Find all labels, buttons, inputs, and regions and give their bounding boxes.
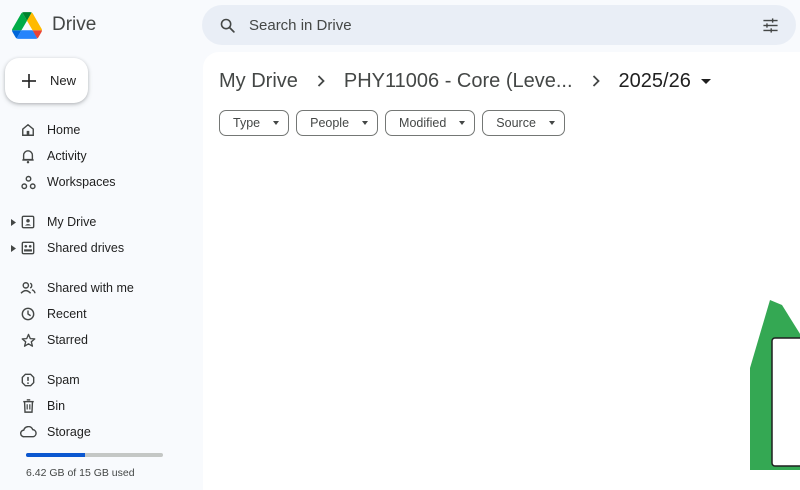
sidebar-item-label: Spam	[47, 373, 80, 387]
breadcrumb-item-my-drive[interactable]: My Drive	[219, 70, 298, 93]
chevron-right-icon	[573, 71, 619, 91]
storage-usage-fill	[26, 453, 85, 457]
star-icon	[19, 331, 37, 349]
shared-drives-icon	[19, 239, 37, 257]
storage-usage-bar	[26, 453, 163, 457]
storage-used-text: 6.42 GB of 15 GB used	[26, 467, 135, 479]
sidebar-item-shared-drives[interactable]: Shared drives	[0, 235, 200, 261]
caret-down-icon	[459, 121, 466, 125]
sidebar-item-spam[interactable]: Spam	[0, 367, 200, 393]
sidebar-item-activity[interactable]: Activity	[0, 143, 200, 169]
sidebar-item-storage[interactable]: Storage	[0, 419, 200, 445]
sidebar-item-label: Starred	[47, 333, 88, 347]
drive-logo[interactable]: Drive	[12, 10, 96, 40]
current-folder-name: 2025/26	[618, 69, 691, 92]
plus-icon	[18, 70, 40, 92]
breadcrumb: My Drive PHY11006 - Core (Leve... 2025/2…	[219, 68, 711, 94]
caret-down-icon	[548, 121, 555, 125]
caret-down-icon	[700, 78, 711, 84]
filter-chips: Type People Modified Source	[219, 110, 565, 136]
new-button[interactable]: New	[5, 58, 88, 103]
caret-down-icon	[362, 121, 369, 125]
sidebar-item-label: Activity	[47, 149, 87, 163]
breadcrumb-item-folder[interactable]: PHY11006 - Core (Leve...	[344, 70, 573, 93]
trash-icon	[19, 397, 37, 415]
sidebar-item-recent[interactable]: Recent	[0, 301, 200, 327]
bell-icon	[19, 147, 37, 165]
workspaces-icon	[19, 173, 37, 191]
sidebar-item-bin[interactable]: Bin	[0, 393, 200, 419]
app-name: Drive	[52, 14, 97, 35]
filter-label: Modified	[399, 116, 447, 130]
filter-type[interactable]: Type	[219, 110, 290, 136]
cloud-icon	[19, 423, 37, 441]
people-icon	[19, 279, 37, 297]
google-drive-logo-icon	[12, 11, 42, 39]
sidebar-item-starred[interactable]: Starred	[0, 327, 200, 353]
sidebar-item-home[interactable]: Home	[0, 117, 200, 143]
sidebar-item-label: Recent	[47, 307, 87, 321]
filter-people[interactable]: People	[296, 110, 379, 136]
sidebar-item-label: Storage	[47, 425, 91, 439]
search-bar[interactable]: Search in Drive	[202, 5, 796, 45]
sidebar-item-my-drive[interactable]: My Drive	[0, 209, 200, 235]
expand-arrow-icon[interactable]	[11, 218, 17, 226]
sidebar-item-label: Shared with me	[47, 281, 134, 295]
new-button-label: New	[50, 73, 77, 88]
chevron-right-icon	[298, 71, 344, 91]
sidebar-item-shared-with-me[interactable]: Shared with me	[0, 275, 200, 301]
expand-arrow-icon[interactable]	[11, 244, 17, 252]
search-icon[interactable]	[217, 15, 237, 35]
clock-icon	[19, 305, 37, 323]
tune-icon[interactable]	[760, 15, 780, 35]
search-input[interactable]: Search in Drive	[249, 17, 760, 34]
sidebar-item-label: Bin	[47, 399, 66, 413]
spam-icon	[19, 371, 37, 389]
breadcrumb-current-folder[interactable]: 2025/26	[619, 70, 711, 93]
sidebar-item-label: Workspaces	[47, 175, 116, 189]
caret-down-icon	[273, 121, 280, 125]
sidebar-item-label: My Drive	[47, 215, 97, 229]
filter-label: Type	[233, 116, 261, 130]
sidebar-item-label: Shared drives	[47, 241, 125, 255]
sidebar-item-label: Home	[47, 123, 81, 137]
empty-folder-illustration	[750, 300, 800, 470]
filter-label: People	[310, 116, 350, 130]
filter-label: Source	[496, 116, 536, 130]
my-drive-icon	[19, 213, 37, 231]
filter-modified[interactable]: Modified	[385, 110, 476, 136]
filter-source[interactable]: Source	[482, 110, 565, 136]
sidebar-item-workspaces[interactable]: Workspaces	[0, 169, 200, 195]
home-icon	[19, 121, 37, 139]
main-content: My Drive PHY11006 - Core (Leve... 2025/2…	[203, 52, 800, 490]
